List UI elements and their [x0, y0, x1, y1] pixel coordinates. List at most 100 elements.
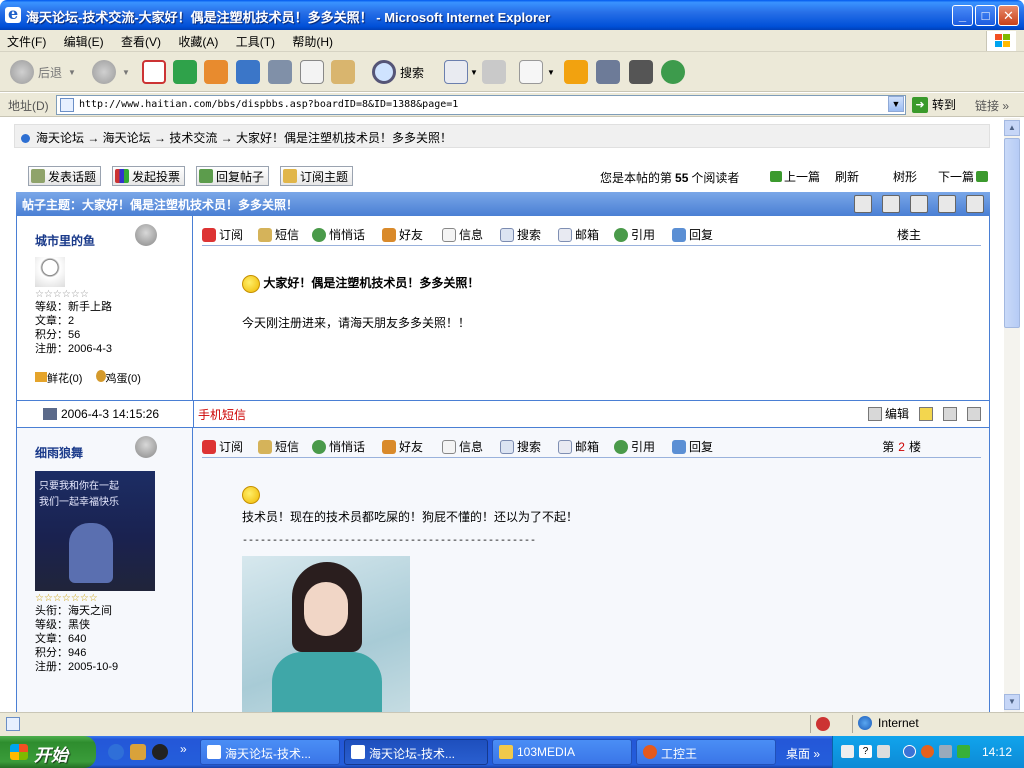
- help-icon[interactable]: ?: [859, 745, 872, 758]
- refresh-button[interactable]: [173, 56, 197, 88]
- scroll-thumb[interactable]: [1004, 138, 1020, 328]
- post-image[interactable]: [242, 556, 410, 712]
- email-link[interactable]: 邮箱: [558, 438, 599, 455]
- home-button[interactable]: [204, 56, 228, 88]
- elite-icon[interactable]: [943, 406, 957, 421]
- media-player-button[interactable]: [564, 56, 588, 88]
- username[interactable]: 细雨狼舞: [35, 444, 192, 461]
- forward-button[interactable]: ▼: [92, 56, 130, 88]
- prev-topic-link[interactable]: 上一篇: [770, 168, 820, 185]
- movie-button[interactable]: [596, 56, 620, 88]
- subscribe-link[interactable]: 订阅: [202, 438, 243, 455]
- title-bar[interactable]: 海天论坛-技术交流-大家好！偶是注塑机技术员！多多关照！ - Microsoft…: [0, 0, 1024, 30]
- new-poll-button[interactable]: 发起投票: [112, 166, 186, 186]
- search-link[interactable]: 搜索: [500, 438, 541, 455]
- reply-page-icon: [672, 439, 686, 454]
- reply-link[interactable]: 回复: [672, 438, 713, 455]
- user-info-panel: 细雨狼舞 只要我和你在一起 我们一起幸福快乐 ☆☆☆☆☆☆☆ 头衔：海天之间 等…: [17, 428, 193, 712]
- forward-dropdown-icon[interactable]: ▼: [122, 68, 130, 77]
- friend-link[interactable]: 好友: [382, 438, 423, 455]
- copy-button[interactable]: [300, 56, 324, 88]
- mobile-sms-link[interactable]: 手机短信: [198, 406, 246, 423]
- address-input[interactable]: http://www.haitian.com/bbs/dispbbs.asp?b…: [56, 95, 906, 115]
- subscribe-topic-button[interactable]: 订阅主题: [280, 166, 354, 186]
- sms-link[interactable]: 短信: [258, 438, 299, 455]
- start-button[interactable]: 开始: [0, 736, 96, 768]
- wireless-icon[interactable]: [957, 745, 970, 758]
- scroll-up-icon[interactable]: ▲: [1004, 120, 1020, 136]
- menu-help[interactable]: 帮助(H): [285, 30, 340, 50]
- edit-post-link[interactable]: 编辑: [867, 405, 909, 422]
- sms-link[interactable]: 短信: [258, 226, 299, 243]
- blocked-popup-icon[interactable]: [816, 717, 830, 731]
- share-icon[interactable]: [966, 195, 984, 213]
- maximize-button[interactable]: □: [975, 5, 996, 26]
- back-button[interactable]: 后退 ▼: [10, 56, 76, 88]
- menu-favorites[interactable]: 收藏(A): [171, 30, 225, 50]
- media-button[interactable]: [236, 56, 260, 88]
- stop-button[interactable]: [142, 56, 166, 88]
- info-link[interactable]: 信息: [442, 226, 483, 243]
- quote-link[interactable]: 引用: [614, 226, 655, 243]
- email-link[interactable]: 邮箱: [558, 226, 599, 243]
- taskbar: 开始 » 海天论坛-技术... 海天论坛-技术... 103MEDIA 工控王 …: [0, 736, 1024, 768]
- desktop-toolbar[interactable]: 桌面 »: [786, 745, 820, 762]
- search-link[interactable]: 搜索: [500, 226, 541, 243]
- minimize-button[interactable]: _: [952, 5, 973, 26]
- network-icon[interactable]: [939, 745, 952, 758]
- reply-post-button[interactable]: 回复帖子: [196, 166, 270, 186]
- go-button[interactable]: ➜ 转到: [912, 96, 956, 113]
- vertical-scrollbar[interactable]: ▲ ▼: [1004, 118, 1020, 712]
- flower-link[interactable]: 鲜花(0): [47, 373, 82, 385]
- qq-quicklaunch-icon[interactable]: [152, 744, 168, 760]
- delete-icon[interactable]: [967, 406, 981, 421]
- next-topic-link[interactable]: 下一篇: [938, 168, 989, 185]
- egg-link[interactable]: 鸡蛋(0): [106, 373, 141, 385]
- info-link[interactable]: 信息: [442, 438, 483, 455]
- messenger-button[interactable]: [661, 56, 685, 88]
- keyboard-icon[interactable]: [841, 745, 854, 758]
- bookmark-icon[interactable]: [938, 195, 956, 213]
- whisper-link[interactable]: 悄悄话: [312, 226, 365, 243]
- back-dropdown-icon[interactable]: ▼: [68, 68, 76, 77]
- ie-quicklaunch-icon[interactable]: [108, 744, 124, 760]
- app-tray-icon[interactable]: [921, 745, 934, 758]
- print-button[interactable]: [482, 56, 506, 88]
- new-topic-button[interactable]: 发表话题: [28, 166, 102, 186]
- paste-button[interactable]: [331, 56, 355, 88]
- subscribe-link[interactable]: 订阅: [202, 226, 243, 243]
- highlight-icon[interactable]: [919, 406, 933, 421]
- print-icon[interactable]: [882, 195, 900, 213]
- taskbar-item-3[interactable]: 103MEDIA: [492, 739, 632, 765]
- taskbar-item-4[interactable]: 工控王: [636, 739, 776, 765]
- quote-link[interactable]: 引用: [614, 438, 655, 455]
- username[interactable]: 城市里的鱼: [35, 232, 192, 249]
- input-method-icon[interactable]: [877, 745, 890, 758]
- pen-tool-icon[interactable]: [854, 195, 872, 213]
- refresh-link[interactable]: 刷新: [835, 168, 859, 185]
- menu-file[interactable]: 文件(F): [0, 30, 53, 50]
- archive-button[interactable]: [629, 56, 653, 88]
- taskbar-item-2[interactable]: 海天论坛-技术...: [344, 739, 488, 765]
- mail-button[interactable]: ▼: [444, 56, 478, 88]
- address-dropdown-icon[interactable]: ▼: [888, 96, 904, 112]
- media-quicklaunch-icon[interactable]: [130, 744, 146, 760]
- close-button[interactable]: ✕: [998, 5, 1019, 26]
- scroll-down-icon[interactable]: ▼: [1004, 694, 1020, 710]
- breadcrumb-text[interactable]: 海天论坛 → 海天论坛 → 技术交流 → 大家好！偶是注塑机技术员！多多关照！: [36, 131, 452, 145]
- menu-tools[interactable]: 工具(T): [229, 30, 282, 50]
- save-icon[interactable]: [910, 195, 928, 213]
- tree-view-link[interactable]: 树形: [893, 168, 917, 185]
- search-button[interactable]: 搜索: [372, 56, 424, 88]
- tray-collapse-icon[interactable]: [903, 745, 916, 758]
- menu-edit[interactable]: 编辑(E): [57, 30, 111, 50]
- links-button[interactable]: 链接 »: [975, 97, 1009, 114]
- whisper-link[interactable]: 悄悄话: [312, 438, 365, 455]
- edit-button[interactable]: ▼: [519, 56, 555, 88]
- cut-button[interactable]: [268, 56, 292, 88]
- quicklaunch-expand-icon[interactable]: »: [180, 742, 187, 756]
- menu-view[interactable]: 查看(V): [114, 30, 168, 50]
- taskbar-item-1[interactable]: 海天论坛-技术...: [200, 739, 340, 765]
- friend-link[interactable]: 好友: [382, 226, 423, 243]
- reply-link[interactable]: 回复: [672, 226, 713, 243]
